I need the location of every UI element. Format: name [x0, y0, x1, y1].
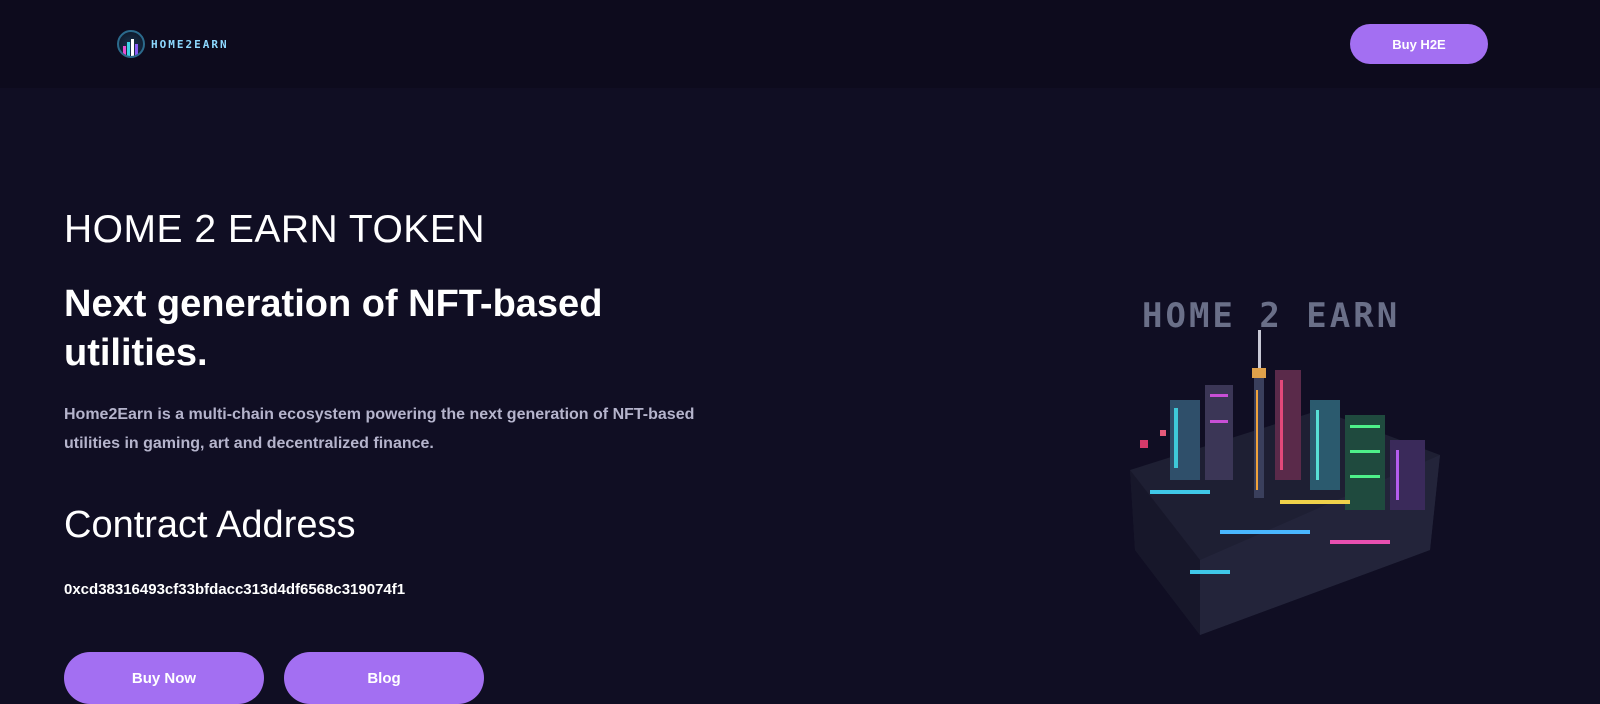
logo[interactable]: HOME2EARN: [117, 29, 229, 59]
buy-h2e-button[interactable]: Buy H2E: [1350, 24, 1488, 64]
contract-address: 0xcd38316493cf33bfdacc313d4df6568c319074…: [64, 581, 406, 598]
buy-now-button[interactable]: Buy Now: [64, 652, 264, 704]
contract-heading: Contract Address: [64, 504, 356, 546]
blog-button[interactable]: Blog: [284, 652, 484, 704]
hero-headline: Next generation of NFT-based utilities.: [64, 283, 603, 374]
logo-icon: [117, 30, 145, 58]
token-title: HOME 2 EARN TOKEN: [64, 208, 485, 251]
voxel-city-illustration: [1130, 330, 1440, 635]
logo-text: HOME2EARN: [151, 37, 229, 51]
hero-description: Home2Earn is a multi-chain ecosystem pow…: [64, 406, 695, 452]
navbar: HOME2EARN Buy H2E: [0, 0, 1600, 88]
